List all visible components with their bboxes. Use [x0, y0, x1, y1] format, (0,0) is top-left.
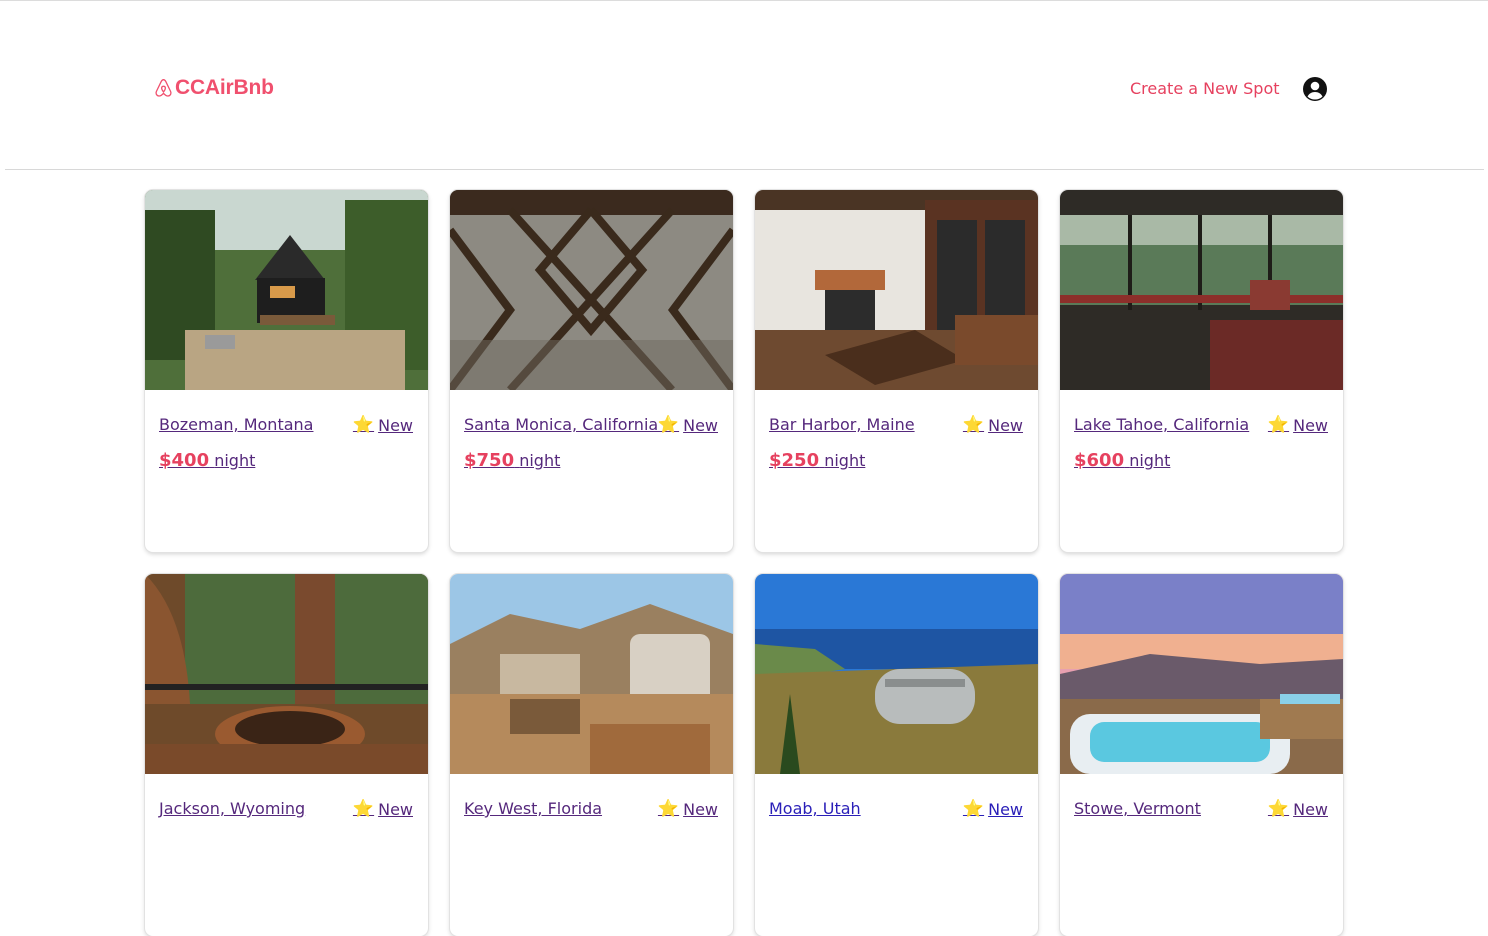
spot-rating[interactable]: ⭐ New — [353, 415, 413, 435]
spot-card[interactable]: Moab, Utah ⭐ New — [755, 574, 1038, 936]
spot-photo — [1060, 574, 1343, 774]
spot-rating-label: New — [683, 415, 718, 435]
star-icon: ⭐ — [657, 799, 680, 819]
create-spot-link[interactable]: Create a New Spot — [1130, 79, 1280, 98]
spot-card[interactable]: Jackson, Wyoming ⭐ New — [145, 574, 428, 936]
spot-rating[interactable]: ⭐ New — [658, 415, 718, 435]
spot-rating[interactable]: ⭐ New — [963, 415, 1023, 435]
spot-card[interactable]: Stowe, Vermont ⭐ New — [1060, 574, 1343, 936]
spot-photo — [755, 574, 1038, 774]
spot-location[interactable]: Santa Monica, California — [464, 415, 658, 434]
spot-price-amount: $750 — [464, 450, 515, 471]
spot-rating-label: New — [683, 799, 718, 819]
star-icon: ⭐ — [352, 415, 375, 435]
star-icon: ⭐ — [962, 799, 985, 819]
site-header: CCAirBnb Create a New Spot — [0, 0, 1488, 170]
spot-price-amount: $600 — [1074, 450, 1125, 471]
spot-rating-label: New — [378, 799, 413, 819]
spot-photo — [450, 190, 733, 390]
airbnb-logo-icon — [154, 78, 173, 98]
star-icon: ⭐ — [657, 415, 680, 435]
spot-price-amount: $400 — [159, 450, 210, 471]
spot-rating-label: New — [988, 415, 1023, 435]
spot-rating-label: New — [378, 415, 413, 435]
star-icon: ⭐ — [1267, 415, 1290, 435]
spot-price-unit: night — [1129, 451, 1171, 470]
spot-photo — [145, 574, 428, 774]
spot-price-unit: night — [824, 451, 866, 470]
spot-location[interactable]: Jackson, Wyoming — [159, 799, 305, 818]
user-menu-button[interactable] — [1302, 76, 1328, 102]
spot-photo — [1060, 190, 1343, 390]
header-divider — [5, 169, 1484, 170]
spot-card[interactable]: Key West, Florida ⭐ New — [450, 574, 733, 936]
spot-photo — [755, 190, 1038, 390]
spot-location[interactable]: Bar Harbor, Maine — [769, 415, 915, 434]
logo-text: CCAirBnb — [175, 76, 274, 99]
spot-photo — [145, 190, 428, 390]
spot-rating-label: New — [1293, 799, 1328, 819]
spot-rating[interactable]: ⭐ New — [1268, 415, 1328, 435]
spot-price[interactable]: $400 night — [159, 450, 255, 471]
spot-rating[interactable]: ⭐ New — [1268, 799, 1328, 819]
spot-location[interactable]: Stowe, Vermont — [1074, 799, 1201, 818]
spot-rating[interactable]: ⭐ New — [658, 799, 718, 819]
spot-card[interactable]: Santa Monica, California ⭐ New $750 nigh… — [450, 190, 733, 552]
spot-price[interactable]: $250 night — [769, 450, 865, 471]
spot-location[interactable]: Bozeman, Montana — [159, 415, 313, 434]
spot-price-unit: night — [519, 451, 561, 470]
spot-card[interactable]: Bozeman, Montana ⭐ New $400 night — [145, 190, 428, 552]
site-logo[interactable]: CCAirBnb — [154, 76, 274, 100]
spot-photo — [450, 574, 733, 774]
spot-price[interactable]: $750 night — [464, 450, 560, 471]
spot-price-unit: night — [214, 451, 256, 470]
spot-rating[interactable]: ⭐ New — [963, 799, 1023, 819]
spot-card[interactable]: Lake Tahoe, California ⭐ New $600 night — [1060, 190, 1343, 552]
spot-price-amount: $250 — [769, 450, 820, 471]
user-circle-icon — [1302, 77, 1328, 106]
star-icon: ⭐ — [962, 415, 985, 435]
spot-rating[interactable]: ⭐ New — [353, 799, 413, 819]
spot-price[interactable]: $600 night — [1074, 450, 1170, 471]
spot-card[interactable]: Bar Harbor, Maine ⭐ New $250 night — [755, 190, 1038, 552]
spot-location[interactable]: Key West, Florida — [464, 799, 602, 818]
spot-rating-label: New — [1293, 415, 1328, 435]
star-icon: ⭐ — [352, 799, 375, 819]
spot-rating-label: New — [988, 799, 1023, 819]
spot-location[interactable]: Moab, Utah — [769, 799, 861, 818]
star-icon: ⭐ — [1267, 799, 1290, 819]
spot-location[interactable]: Lake Tahoe, California — [1074, 415, 1249, 434]
